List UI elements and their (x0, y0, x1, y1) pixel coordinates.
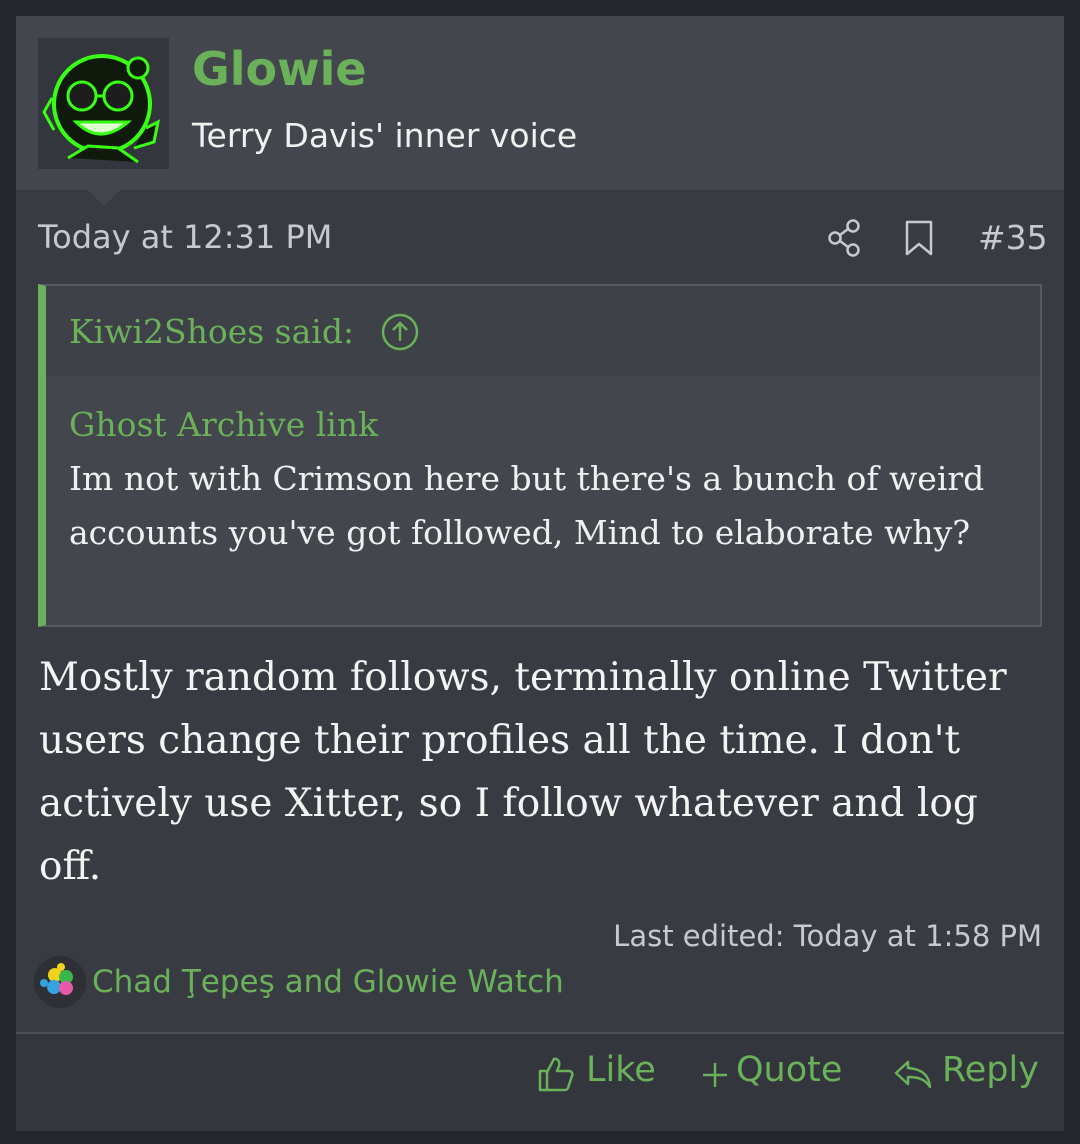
user-title: Terry Davis' inner voice (192, 116, 578, 155)
plus-icon (703, 1063, 727, 1087)
post-number-link[interactable]: #35 (978, 218, 1048, 257)
ghost-archive-link[interactable]: Ghost Archive link (69, 398, 1022, 452)
avatar-image (38, 38, 169, 169)
reply-arrow-icon (894, 1060, 932, 1089)
post-date[interactable]: Today at 12:31 PM (38, 218, 332, 256)
forum-post: Glowie Terry Davis' inner voice Today at… (16, 16, 1064, 1131)
reply-label: Reply (942, 1050, 1039, 1090)
thumbs-up-icon (538, 1057, 574, 1092)
arrow-up-circle-icon[interactable] (380, 312, 420, 352)
reply-button[interactable]: Reply (892, 1050, 1052, 1096)
header-notch (88, 190, 120, 206)
quote-body: Ghost Archive link Im not with Crimson h… (69, 398, 1022, 560)
quote-author[interactable]: Kiwi2Shoes said: (69, 312, 354, 351)
quote-label: Quote (736, 1050, 843, 1090)
bookmark-icon[interactable] (904, 220, 934, 256)
like-label: Like (586, 1050, 656, 1090)
puzzle-reaction-icon (34, 956, 86, 1008)
quote-text: Im not with Crimson here but there's a b… (69, 459, 985, 552)
quote-button[interactable]: Quote (700, 1050, 850, 1096)
message-body: Mostly random follows, terminally online… (39, 655, 1007, 889)
like-button[interactable]: Like (536, 1050, 666, 1096)
username[interactable]: Glowie (192, 42, 367, 96)
share-icon[interactable] (826, 218, 862, 258)
avatar[interactable] (38, 38, 169, 169)
post-actions: Like Quote Reply (16, 1034, 1064, 1131)
reactions-list[interactable]: Chad Ţepeş and Glowie Watch (92, 964, 564, 1000)
quote-block: Kiwi2Shoes said: Ghost Archive link Im n… (38, 284, 1042, 627)
user-header: Glowie Terry Davis' inner voice (16, 16, 1064, 190)
last-edited[interactable]: Last edited: Today at 1:58 PM (613, 919, 1042, 953)
quote-header: Kiwi2Shoes said: (46, 286, 1040, 376)
